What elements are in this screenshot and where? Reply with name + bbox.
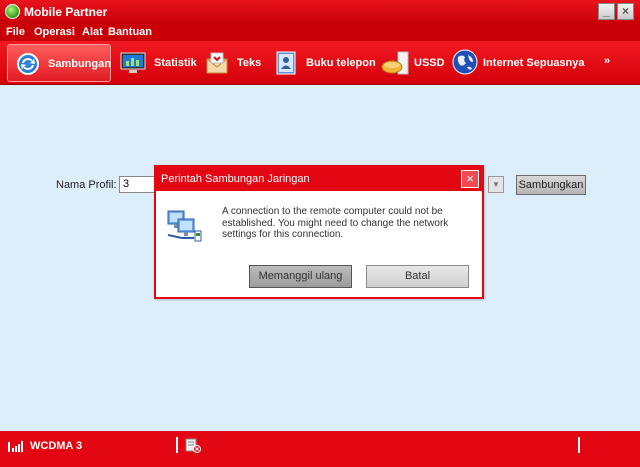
toolbar-phonebook-button[interactable]: Buku telepon [270, 44, 376, 82]
redial-button[interactable]: Memanggil ulang [249, 265, 352, 288]
dialog-title: Perintah Sambungan Jaringan [161, 173, 310, 185]
dialog-message: A connection to the remote computer coul… [222, 206, 449, 240]
toolbar-ussd-button[interactable]: USSD [378, 44, 448, 82]
envelope-icon [206, 52, 228, 74]
status-divider-right [578, 437, 580, 453]
menu-alat[interactable]: Alat [82, 26, 103, 38]
title-bar: Mobile Partner _ × [0, 0, 640, 24]
toolbar-internet-button[interactable]: Internet Sepuasnya [452, 44, 584, 82]
toolbar-connection-label: Sambungan [48, 58, 111, 70]
minimize-button[interactable]: _ [598, 3, 615, 20]
dialog-close-button[interactable]: × [461, 170, 479, 188]
phonebook-icon [276, 51, 296, 75]
close-button[interactable]: × [617, 3, 634, 20]
menu-file[interactable]: File [6, 26, 25, 38]
toolbar-phonebook-label: Buku telepon [306, 57, 376, 69]
app-logo-icon [5, 4, 20, 19]
toolbar-connection-button[interactable]: Sambungan [7, 44, 111, 82]
toolbar-sms-label: Teks [237, 57, 262, 69]
toolbar-sms-button[interactable]: Teks [203, 44, 261, 82]
sms-disconnected-icon [185, 438, 201, 453]
ussd-icon [381, 51, 409, 75]
cancel-button[interactable]: Batal [366, 265, 469, 288]
globe-icon [452, 49, 478, 75]
toolbar: Sambungan Statistik Teks Buku telepon US… [0, 41, 640, 85]
dialog-title-bar: Perintah Sambungan Jaringan × [156, 167, 482, 191]
toolbar-statistics-button[interactable]: Statistik [118, 44, 197, 82]
toolbar-statistics-label: Statistik [154, 57, 197, 69]
menu-bar: File Operasi Alat Bantuan [0, 24, 640, 41]
network-computers-icon [167, 210, 202, 242]
menu-operasi[interactable]: Operasi [34, 26, 75, 38]
signal-strength-icon [8, 441, 23, 452]
network-type-text: WCDMA 3 [30, 440, 83, 452]
profile-dropdown-chevron-icon[interactable]: ▼ [488, 176, 504, 193]
connection-icon [17, 53, 39, 75]
toolbar-more-button[interactable]: » [604, 55, 610, 67]
status-divider [176, 437, 178, 453]
network-connection-dialog: Perintah Sambungan Jaringan × A connecti… [154, 165, 484, 299]
menu-bantuan[interactable]: Bantuan [108, 26, 152, 38]
toolbar-internet-label: Internet Sepuasnya [483, 57, 585, 69]
status-bar: WCDMA 3 [0, 431, 640, 467]
connect-button[interactable]: Sambungkan [516, 175, 586, 195]
statistics-monitor-icon [120, 52, 146, 73]
window-title: Mobile Partner [24, 5, 108, 19]
profile-name-label: Nama Profil: [56, 179, 117, 191]
toolbar-ussd-label: USSD [414, 57, 445, 69]
